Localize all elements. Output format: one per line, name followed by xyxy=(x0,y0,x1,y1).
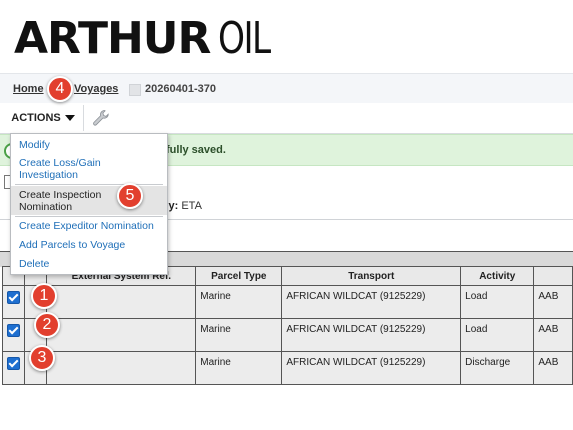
cell-transport: AFRICAN WILDCAT (9125229) xyxy=(281,351,462,385)
column-header-activity[interactable]: Activity xyxy=(460,266,535,286)
caret-down-icon xyxy=(64,115,75,121)
breadcrumb: Home Voyages 20260401-370 xyxy=(0,73,573,104)
cell-activity: Discharge xyxy=(460,351,535,385)
actions-menu: Modify Create Loss/Gain Investigation Cr… xyxy=(10,133,168,275)
brand-logo: ARTHUR OIL xyxy=(14,12,285,64)
cell-extra: AAB xyxy=(533,318,573,352)
table-row[interactable]: Marine AFRICAN WILDCAT (9125229) Load AA… xyxy=(2,285,573,319)
row-checkbox[interactable] xyxy=(7,324,20,337)
step-marker-3: 3 xyxy=(29,345,55,371)
cell-extra: AAB xyxy=(533,351,573,385)
cell-external-ref xyxy=(46,351,197,385)
step-marker-2: 2 xyxy=(34,312,60,338)
menu-item-create-loss-gain[interactable]: Create Loss/Gain Investigation xyxy=(11,157,167,181)
breadcrumb-current: 20260401-370 xyxy=(145,83,216,95)
actions-label: ACTIONS xyxy=(11,112,61,124)
menu-divider xyxy=(15,184,163,185)
column-header-more[interactable] xyxy=(533,266,573,286)
column-header-parcel-type[interactable]: Parcel Type xyxy=(195,266,283,286)
cell-extra: AAB xyxy=(533,285,573,319)
wrench-icon[interactable] xyxy=(92,109,110,127)
cell-parcel-type: Marine xyxy=(195,318,283,352)
actions-button[interactable]: ACTIONS xyxy=(3,105,84,131)
breadcrumb-home-link[interactable]: Home xyxy=(13,83,44,95)
brand-name-bold: ARTHUR xyxy=(14,12,211,64)
table-row[interactable]: Marine AFRICAN WILDCAT (9125229) Dischar… xyxy=(2,351,573,385)
voyage-icon xyxy=(129,84,141,96)
cell-parcel-type: Marine xyxy=(195,351,283,385)
step-marker-4: 4 xyxy=(47,76,73,102)
cell-activity: Load xyxy=(460,285,535,319)
menu-item-create-expeditor-nomination[interactable]: Create Expeditor Nomination xyxy=(11,220,167,232)
success-text: fully saved. xyxy=(166,144,226,156)
row-select-cell xyxy=(2,351,25,385)
table-row[interactable]: Marine AFRICAN WILDCAT (9125229) Load AA… xyxy=(2,318,573,352)
brand-name-light: OIL xyxy=(218,12,271,64)
step-marker-5: 5 xyxy=(117,183,143,209)
cell-external-ref xyxy=(46,285,197,319)
row-select-cell xyxy=(2,318,25,352)
row-select-cell xyxy=(2,285,25,319)
row-checkbox[interactable] xyxy=(7,291,20,304)
menu-item-add-parcels[interactable]: Add Parcels to Voyage xyxy=(11,239,167,251)
menu-item-create-inspection-nomination[interactable]: Create Inspection Nomination xyxy=(11,186,167,215)
cell-external-ref xyxy=(46,318,197,352)
cell-parcel-type: Marine xyxy=(195,285,283,319)
reported-by-value: ETA xyxy=(181,200,202,212)
menu-divider xyxy=(15,216,163,217)
menu-item-delete[interactable]: Delete xyxy=(11,258,167,270)
column-header-transport[interactable]: Transport xyxy=(281,266,462,286)
toolbar: ACTIONS xyxy=(0,103,573,134)
cell-transport: AFRICAN WILDCAT (9125229) xyxy=(281,318,462,352)
menu-item-modify[interactable]: Modify xyxy=(11,139,167,151)
cell-activity: Load xyxy=(460,318,535,352)
step-marker-1: 1 xyxy=(31,283,57,309)
cell-transport: AFRICAN WILDCAT (9125229) xyxy=(281,285,462,319)
breadcrumb-voyages-link[interactable]: Voyages xyxy=(74,83,118,95)
parcels-table: External System Ref. Parcel Type Transpo… xyxy=(2,266,573,385)
row-checkbox[interactable] xyxy=(7,357,20,370)
